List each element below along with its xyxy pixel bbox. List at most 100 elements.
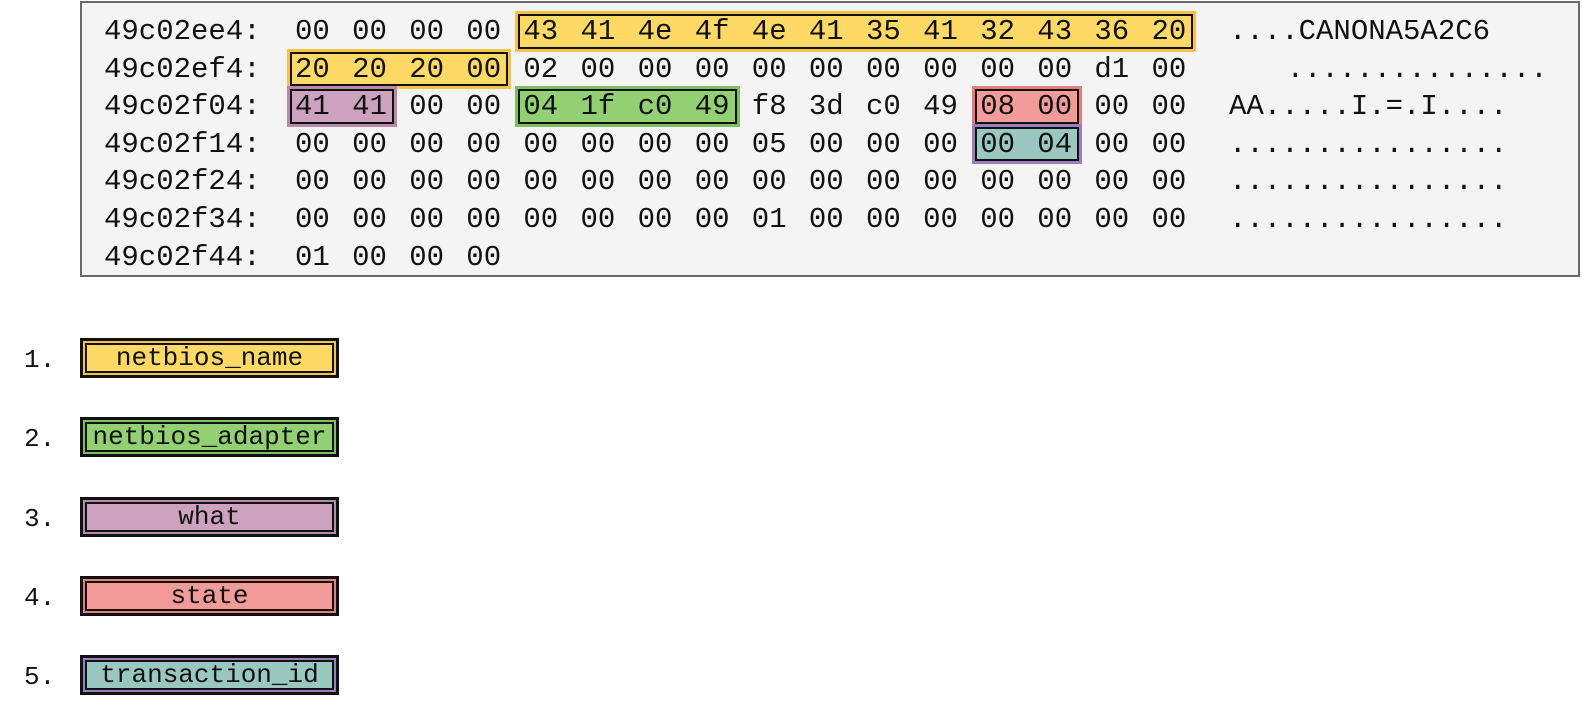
hex-byte: 00 <box>1037 203 1073 236</box>
hex-byte: 00 <box>808 127 844 161</box>
hex-byte: 00 <box>1151 52 1187 86</box>
hex-byte: 3d <box>808 90 844 124</box>
hex-byte: 00 <box>352 165 387 199</box>
hex-byte: 00 <box>1037 52 1073 86</box>
legend-number: 4. <box>24 583 56 613</box>
legend-number: 2. <box>24 424 56 454</box>
hex-byte: 00 <box>637 165 673 199</box>
hex-dump-panel: 49c02ee4: 00 00 00 00 43 41 4e 4f 4e 41 35 41 32 43 36 2… <box>80 1 1580 277</box>
ascii-column: ................ <box>1229 165 1508 199</box>
hex-byte: 4e <box>637 15 673 48</box>
hex-byte: 00 <box>409 165 444 199</box>
legend-number: 3. <box>24 504 56 534</box>
hex-byte: 00 <box>751 52 787 86</box>
hex-byte: 20 <box>1151 15 1187 48</box>
hex-byte: 00 <box>466 15 502 48</box>
hex-byte: 00 <box>1151 203 1187 236</box>
hex-byte: 43 <box>523 15 559 48</box>
hex-byte: 36 <box>1094 15 1130 48</box>
hex-byte: 01 <box>751 203 787 236</box>
hex-byte: 00 <box>580 203 616 236</box>
hex-byte: 04 <box>523 90 559 124</box>
row-address: 49c02f24: <box>104 165 261 199</box>
hex-byte: 00 <box>980 127 1015 161</box>
hex-byte: 00 <box>808 52 844 86</box>
hex-byte: 02 <box>523 52 559 86</box>
legend-swatch-label: netbios_adapter <box>80 417 339 457</box>
hex-row: 49c02ee4: 00 00 00 00 43 41 4e 4f 4e 41 35 41 32 43 36 2… <box>82 13 1578 51</box>
hex-byte: 35 <box>866 15 901 48</box>
hex-byte: 00 <box>466 52 502 86</box>
hex-row: 49c02f44: 01 00 00 00 <box>82 239 1578 277</box>
hex-byte: 00 <box>923 127 958 161</box>
hex-byte: 00 <box>295 15 330 48</box>
hex-byte: 41 <box>923 15 958 48</box>
hex-row: 49c02f34: 00 00 00 00 00 00 00 00 01 00 00 00 00 00 00 0… <box>82 201 1578 239</box>
ascii-column: ....CANONA5A2C6 <box>1229 15 1491 48</box>
hex-byte: 05 <box>751 127 787 161</box>
hex-byte: 00 <box>466 203 502 236</box>
hex-byte: 00 <box>295 165 330 199</box>
hex-byte: 00 <box>466 127 502 161</box>
ascii-column: ................ <box>1229 203 1508 236</box>
row-address: 49c02f44: <box>104 240 261 274</box>
hex-byte: 00 <box>1151 165 1187 199</box>
hex-byte: 00 <box>637 127 673 161</box>
ascii-column: ............... <box>1286 52 1548 86</box>
hex-byte: 00 <box>1094 203 1130 236</box>
legend-swatch-label: what <box>80 497 339 537</box>
hex-byte: 00 <box>352 240 387 274</box>
hex-row: 49c02f24: 00 00 00 00 00 00 00 00 00 00 00 00 00 00 00 0… <box>82 163 1578 201</box>
hex-byte: 00 <box>352 203 387 236</box>
hex-byte: 00 <box>466 165 502 199</box>
ascii-column: AA.....I.=.I.... <box>1229 90 1508 124</box>
hex-byte: 00 <box>1094 127 1130 161</box>
hex-byte: 49 <box>923 90 958 124</box>
hex-byte: 4f <box>694 15 730 48</box>
hex-byte: 00 <box>923 52 958 86</box>
hex-byte: 00 <box>923 203 958 236</box>
hex-byte: 00 <box>580 165 616 199</box>
hex-byte: f8 <box>751 90 787 124</box>
hex-byte: 00 <box>295 203 330 236</box>
hex-byte: 41 <box>808 15 844 48</box>
hex-byte: 00 <box>466 240 502 274</box>
hex-byte: 00 <box>466 90 502 124</box>
hex-byte: 00 <box>808 165 844 199</box>
legend-swatch-label: state <box>80 576 339 616</box>
hex-byte: 00 <box>1037 90 1073 124</box>
hex-byte: 00 <box>980 52 1015 86</box>
ascii-column: ................ <box>1229 127 1508 161</box>
hex-byte: 20 <box>409 52 444 86</box>
hex-byte: 00 <box>866 165 901 199</box>
hex-byte: 00 <box>980 203 1015 236</box>
hex-byte: 00 <box>751 165 787 199</box>
hex-byte: 20 <box>352 52 387 86</box>
legend-swatch-label: transaction_id <box>80 655 339 695</box>
hex-byte: 01 <box>295 240 330 274</box>
hex-byte: 00 <box>694 52 730 86</box>
hex-byte: 08 <box>980 90 1015 124</box>
hex-byte: 41 <box>295 90 330 124</box>
hex-byte: 00 <box>352 127 387 161</box>
hex-byte: c0 <box>866 90 901 124</box>
hex-byte: 00 <box>409 15 444 48</box>
hex-byte: 00 <box>637 203 673 236</box>
hex-row: 49c02ef4: 20 20 20 00 02 00 00 00 00 00 00 00 00 00 d1 0… <box>82 51 1578 89</box>
hex-byte: 43 <box>1037 15 1073 48</box>
hex-byte: 20 <box>295 52 330 86</box>
hex-byte: 00 <box>637 52 673 86</box>
hex-byte: 00 <box>1151 90 1187 124</box>
hex-byte: 00 <box>523 127 559 161</box>
hex-byte: 00 <box>1094 90 1130 124</box>
row-address: 49c02ee4: <box>104 15 261 48</box>
hex-byte: 00 <box>523 203 559 236</box>
hex-byte: 00 <box>866 203 901 236</box>
legend-item-state: 4. state <box>0 576 360 618</box>
hex-byte: 00 <box>1151 127 1187 161</box>
hex-row: 49c02f14: 00 00 00 00 00 00 00 00 05 00 00 00 00 04 00 0… <box>82 126 1578 164</box>
hex-byte: 32 <box>980 15 1015 48</box>
hex-byte: 00 <box>1094 165 1130 199</box>
hex-byte: 41 <box>352 90 387 124</box>
hex-byte: 1f <box>580 90 616 124</box>
